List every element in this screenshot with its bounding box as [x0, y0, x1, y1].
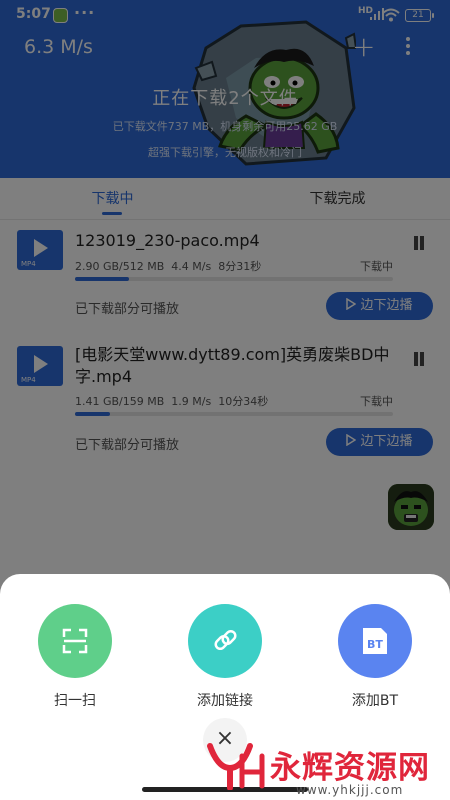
bt-file-icon[interactable]: BT — [338, 604, 412, 678]
watermark-logo-icon — [207, 743, 265, 790]
watermark-text: 永辉资源网 — [270, 750, 430, 786]
add-bt-action[interactable]: BT 添加BT — [315, 604, 435, 710]
add-bt-label: 添加BT — [351, 693, 399, 709]
svg-text:BT: BT — [367, 638, 383, 651]
scan-action[interactable]: 扫一扫 — [15, 604, 135, 710]
scan-label: 扫一扫 — [54, 693, 96, 709]
link-icon[interactable] — [188, 604, 262, 678]
add-link-label: 添加链接 — [197, 693, 253, 709]
scan-icon[interactable] — [38, 604, 112, 678]
watermark-url: www.yhkjjj.com — [296, 783, 404, 797]
watermark: 永辉资源网 www.yhkjjj.com — [200, 738, 450, 800]
add-link-action[interactable]: 添加链接 — [165, 604, 285, 710]
